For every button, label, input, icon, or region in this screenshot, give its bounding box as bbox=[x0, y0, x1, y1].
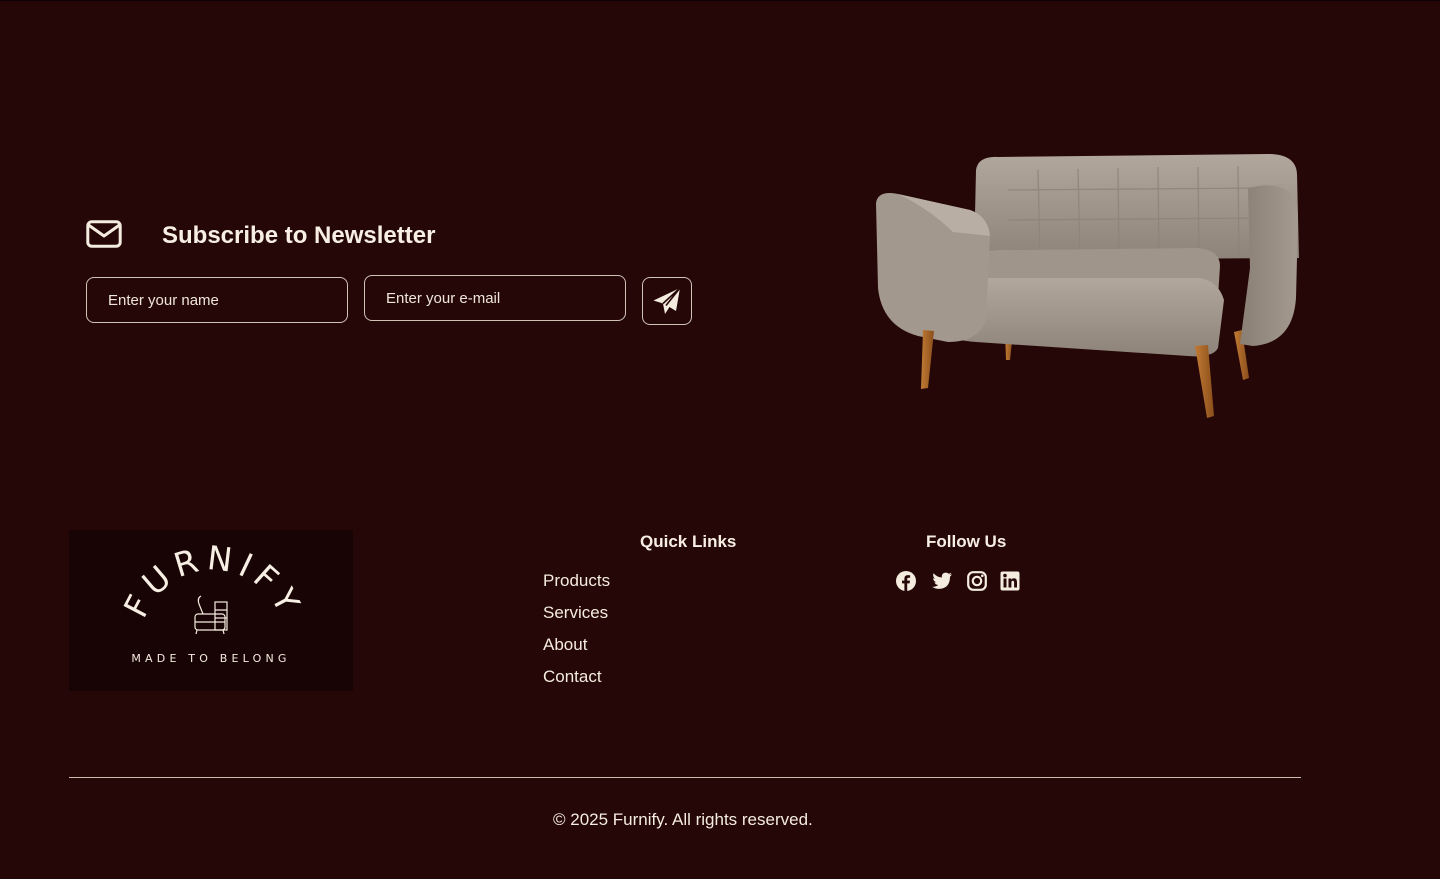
svg-text:FURNIFY: FURNIFY bbox=[116, 538, 310, 624]
newsletter-title: Subscribe to Newsletter bbox=[162, 222, 436, 249]
quick-links-list: Products Services About Contact bbox=[543, 570, 610, 698]
linkedin-icon[interactable] bbox=[999, 570, 1021, 592]
envelope-icon bbox=[86, 220, 122, 248]
name-input[interactable] bbox=[86, 277, 348, 323]
brand-logo[interactable]: FURNIFY MADE TO BELONG bbox=[69, 530, 353, 691]
footer-divider bbox=[69, 777, 1301, 778]
email-input[interactable] bbox=[364, 275, 626, 321]
copyright-text: © 2025 Furnify. All rights reserved. bbox=[553, 810, 813, 829]
quick-link-products[interactable]: Products bbox=[543, 570, 610, 602]
facebook-icon[interactable] bbox=[895, 570, 917, 592]
quick-links-title: Quick Links bbox=[640, 532, 737, 551]
furniture-emblem-icon bbox=[194, 595, 228, 635]
quick-link-services[interactable]: Services bbox=[543, 602, 610, 634]
subscribe-button[interactable] bbox=[642, 277, 692, 325]
instagram-icon[interactable] bbox=[966, 570, 988, 592]
logo-tagline: MADE TO BELONG bbox=[131, 652, 290, 665]
quick-link-contact[interactable]: Contact bbox=[543, 666, 610, 698]
logo-brand-text: FURNIFY bbox=[116, 538, 304, 624]
sofa-image bbox=[876, 154, 1299, 418]
follow-us-title: Follow Us bbox=[926, 532, 1007, 551]
paper-plane-icon bbox=[653, 287, 681, 314]
twitter-icon[interactable] bbox=[931, 570, 953, 592]
quick-link-about[interactable]: About bbox=[543, 634, 610, 666]
top-edge-line bbox=[0, 0, 1440, 1]
